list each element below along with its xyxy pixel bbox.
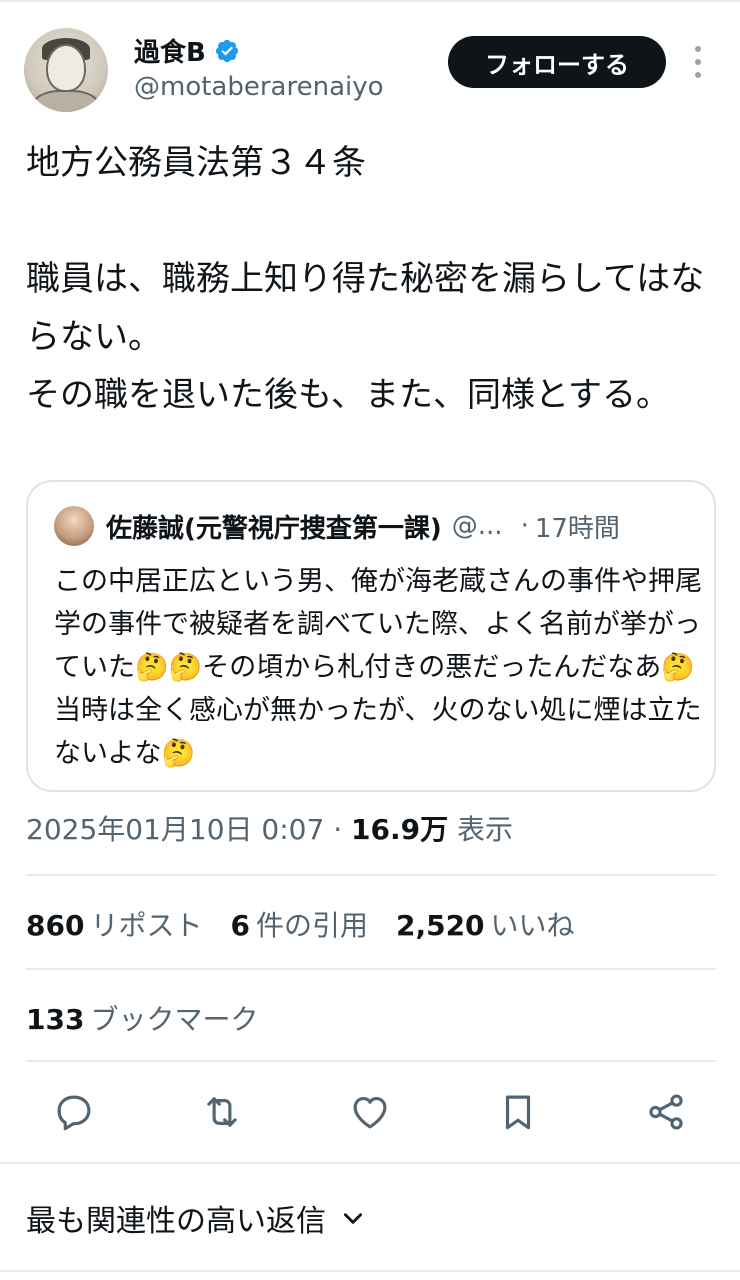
quotes-count: 6 [230,909,250,942]
likes-stat[interactable]: 2,520 いいね [396,904,575,944]
meta-separator: · [333,813,343,846]
chevron-down-icon [344,1213,362,1224]
more-vertical-icon[interactable] [690,46,706,78]
divider [0,1270,740,1272]
bookmarks-label: ブックマーク [90,1003,259,1036]
quoted-separator: · [520,511,529,541]
verified-badge-icon [215,39,238,62]
share-button[interactable] [640,1086,692,1138]
quoted-tweet-text: この中居正広という男、俺が海老蔵さんの事件や押尾学の事件で被疑者を調べていた際、… [54,566,702,769]
quotes-label: 件の引用 [255,909,368,942]
top-divider [0,0,740,4]
bookmark-button[interactable] [492,1086,544,1138]
reply-button[interactable] [48,1086,100,1138]
share-icon [649,1094,683,1130]
tweet-timestamp[interactable]: 2025年01月10日 0:07 [26,813,324,846]
divider [26,968,716,970]
engagement-stats: 860 リポスト 6 件の引用 2,520 いいね [26,904,575,944]
repost-button[interactable] [196,1086,248,1138]
reposts-count: 860 [26,909,85,942]
bookmarks-stat[interactable]: 133 ブックマーク [26,998,258,1038]
views-label: 表示 [457,813,514,846]
repost-icon [207,1097,237,1127]
divider [26,874,716,876]
reposts-label: リポスト [90,909,203,942]
bookmarks-count: 133 [26,1003,85,1036]
divider [0,1162,740,1164]
divider [26,1060,716,1062]
author-name-row: 過食B [134,32,240,69]
bookmark-icon [505,1095,531,1130]
quotes-stat[interactable]: 6 件の引用 [230,904,368,944]
likes-label: いいね [490,909,575,942]
quoted-tweet-header: 佐藤誠(元警視庁捜査第一課) @... · 17時間 [106,506,696,546]
quoted-time: 17時間 [534,513,620,544]
follow-button[interactable]: フォローする [448,36,666,88]
like-button[interactable] [344,1086,396,1138]
reply-icon [57,1095,91,1131]
quoted-author-avatar [54,506,94,546]
tweet-meta: 2025年01月10日 0:07 · 16.9万 表示 [26,808,513,848]
tweet-text: 地方公務員法第３４条 職員は、職務上知り得た秘密を漏らしてはならない。 その職を… [26,143,705,415]
like-icon [353,1096,387,1129]
reposts-stat[interactable]: 860 リポスト [26,904,202,944]
replies-sort-label: 最も関連性の高い返信 [26,1204,326,1239]
quoted-author-handle: @... [451,511,503,541]
author-display-name[interactable]: 過食B [134,32,206,69]
likes-count: 2,520 [395,909,485,942]
author-handle[interactable]: @motaberarenaiyo [134,72,384,102]
author-avatar[interactable] [24,28,108,112]
views-count: 16.9万 [351,813,449,846]
quoted-tweet-card[interactable]: 佐藤誠(元警視庁捜査第一課) @... · 17時間 この中居正広という男、俺が… [26,480,716,792]
quoted-author-name: 佐藤誠(元警視庁捜査第一課) [106,513,442,544]
replies-sort-dropdown[interactable]: 最も関連性の高い返信 [26,1196,366,1240]
